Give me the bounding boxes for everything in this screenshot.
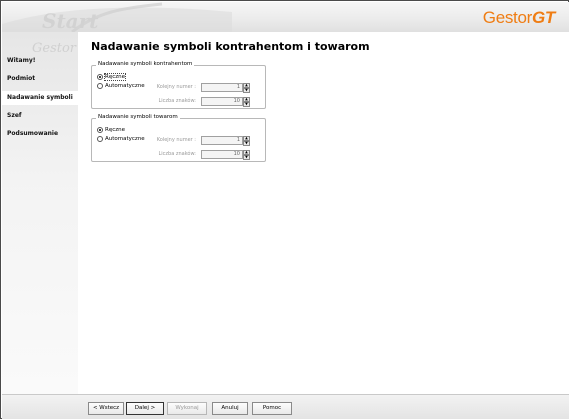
page-title: Nadawanie symboli kontrahentom i towarom bbox=[91, 40, 370, 53]
next-number-label: Kolejny numer : bbox=[156, 137, 196, 143]
radio-button[interactable] bbox=[97, 83, 103, 89]
wizard-window: Start GestorGT Gestor Witamy! Podmiot Na… bbox=[0, 0, 569, 419]
char-count-label: Liczba znaków: bbox=[158, 151, 196, 157]
sidebar-item-podsumowanie[interactable]: Podsumowanie bbox=[2, 127, 78, 141]
radio-label: Automatyczne bbox=[105, 136, 145, 142]
radio-manual[interactable]: Ręczne bbox=[97, 126, 125, 134]
char-count-label: Liczba znaków: bbox=[158, 98, 196, 104]
cancel-button[interactable]: Anuluj bbox=[212, 402, 248, 415]
spin-down-icon[interactable]: ▼ bbox=[243, 88, 250, 93]
spin-down-icon[interactable]: ▼ bbox=[243, 141, 250, 146]
brand-text: Gestor bbox=[482, 8, 533, 27]
radio-manual[interactable]: Ręczne bbox=[97, 73, 126, 81]
sidebar-item-witamy[interactable]: Witamy! bbox=[2, 54, 78, 68]
header-banner: Start GestorGT bbox=[2, 2, 569, 32]
finish-button[interactable]: Wykonaj bbox=[167, 402, 207, 415]
radio-button[interactable] bbox=[97, 136, 103, 142]
next-number-spinner[interactable]: 1 ▲ ▼ bbox=[201, 136, 250, 146]
radio-label: Ręczne bbox=[104, 73, 126, 81]
next-number-input[interactable]: 1 bbox=[201, 83, 243, 92]
back-button[interactable]: < Wstecz bbox=[88, 402, 124, 415]
char-count-spinner[interactable]: 10 ▲ ▼ bbox=[201, 97, 250, 107]
radio-label: Automatyczne bbox=[105, 83, 145, 89]
brand-logo: GestorGT bbox=[482, 8, 556, 28]
brand-suffix: GT bbox=[531, 8, 555, 27]
banner-ghost-text: Start bbox=[42, 9, 99, 32]
wizard-button-bar: < Wstecz Dalej > Wykonaj Anuluj Pomoc bbox=[2, 394, 569, 419]
radio-automatic[interactable]: Automatyczne bbox=[97, 82, 145, 90]
radio-label: Ręczne bbox=[105, 127, 125, 133]
spin-down-icon[interactable]: ▼ bbox=[243, 155, 250, 160]
main-content: Nadawanie symboli kontrahentom i towarom… bbox=[78, 32, 569, 394]
char-count-spinner[interactable]: 10 ▲ ▼ bbox=[201, 150, 250, 160]
next-number-label: Kolejny numer : bbox=[156, 84, 196, 90]
radio-automatic[interactable]: Automatyczne bbox=[97, 135, 145, 143]
char-count-input[interactable]: 10 bbox=[201, 97, 243, 106]
next-button[interactable]: Dalej > bbox=[126, 402, 164, 415]
next-number-input[interactable]: 1 bbox=[201, 136, 243, 145]
group-title: Nadawanie symboli kontrahentom bbox=[96, 61, 195, 67]
group-title: Nadawanie symboli towarom bbox=[96, 114, 180, 120]
sidebar-item-szef[interactable]: Szef bbox=[2, 109, 78, 123]
sidebar-item-podmiot[interactable]: Podmiot bbox=[2, 72, 78, 86]
group-products-symbols: Nadawanie symboli towarom Ręczne Automat… bbox=[91, 114, 266, 162]
spin-down-icon[interactable]: ▼ bbox=[243, 102, 250, 107]
radio-button[interactable] bbox=[97, 127, 103, 133]
wizard-steps-sidebar: Gestor Witamy! Podmiot Nadawanie symboli… bbox=[2, 32, 78, 394]
radio-button[interactable] bbox=[97, 74, 103, 80]
next-number-spinner[interactable]: 1 ▲ ▼ bbox=[201, 83, 250, 93]
char-count-input[interactable]: 10 bbox=[201, 150, 243, 159]
help-button[interactable]: Pomoc bbox=[252, 402, 292, 415]
group-contractors-symbols: Nadawanie symboli kontrahentom Ręczne Au… bbox=[91, 61, 266, 109]
sidebar-item-nadawanie-symboli[interactable]: Nadawanie symboli bbox=[2, 91, 78, 105]
